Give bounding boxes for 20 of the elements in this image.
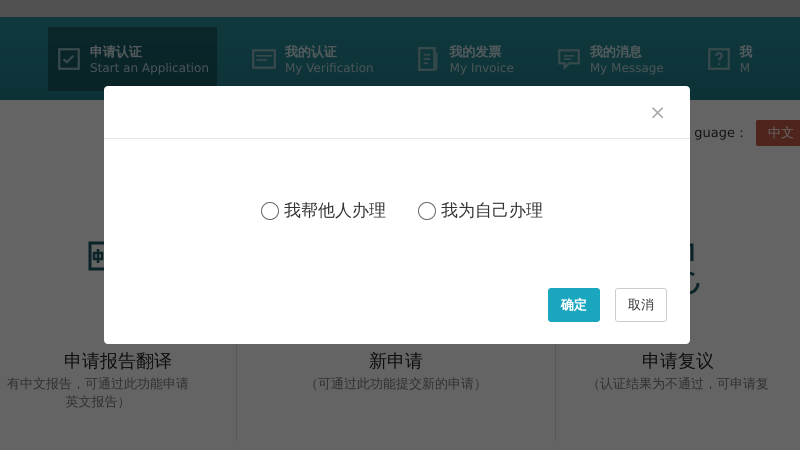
help-icon [706,46,732,72]
cancel-button[interactable]: 取消 [615,288,667,322]
card-title: 申请复议 [642,350,714,373]
language-button[interactable]: 中文 [756,120,800,146]
radio-option[interactable]: 我为自己办理 [418,199,543,222]
nav-tab[interactable]: 我 M [698,26,761,90]
language-label: guage： [694,125,748,142]
close-button[interactable]: × [645,100,670,124]
radio-button[interactable] [418,202,436,220]
radio-button[interactable] [261,202,279,220]
nav-tab[interactable]: 我的发票 My Invoice [408,26,522,90]
option-label: 我帮他人办理 [284,200,386,222]
card-title: 申请报告翻译 [64,350,172,373]
option-label: 我为自己办理 [441,200,543,222]
confirm-button[interactable]: 确定 [548,288,600,322]
radio-option[interactable]: 我帮他人办理 [261,199,386,222]
checkbox-icon [56,46,82,72]
card-title: 新申请 [369,350,423,373]
nav-tab[interactable]: 我的消息 My Message [548,26,672,90]
nav-tab[interactable]: 我的认证 My Verification [242,26,382,90]
